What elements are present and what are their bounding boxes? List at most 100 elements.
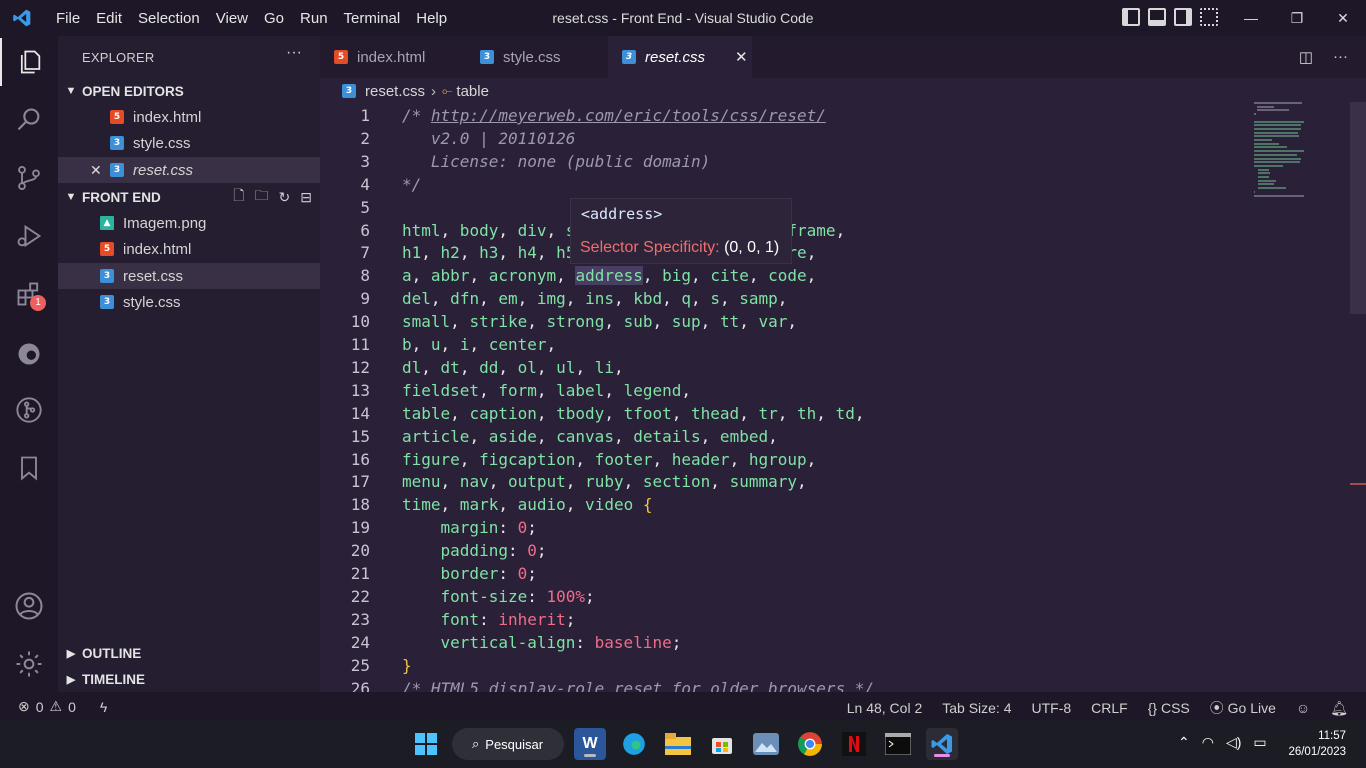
menu-help[interactable]: Help [408,10,455,27]
microsoft-store-app-icon[interactable] [706,728,738,760]
menu-view[interactable]: View [208,10,256,27]
toggle-primary-sidebar-icon[interactable] [1122,8,1140,26]
tab-style-css[interactable]: 3 style.css [466,36,608,78]
close-editor-icon[interactable]: ✕ [90,162,102,179]
vscode-app-icon[interactable] [926,728,958,760]
wifi-icon[interactable]: ◠ [1202,734,1214,751]
line-ending[interactable]: CRLF [1091,700,1128,716]
error-icon: ⊗ [18,698,30,714]
battery-icon[interactable]: ▭ [1253,734,1266,751]
breadcrumb-file[interactable]: reset.css [365,83,425,100]
status-left: ⊗ 0 ⚠ 0 ϟ [18,698,107,715]
windows-start-icon[interactable] [410,728,442,760]
new-file-icon[interactable]: 🗋 [233,185,244,209]
close-tab-icon[interactable]: ✕ [735,48,748,66]
folder-section[interactable]: ▼ FRONT END 🗋 🗀 ↻ ⊟ [58,184,320,210]
source-control-icon[interactable] [0,154,58,202]
css3-file-icon: 3 [110,136,124,150]
go-live-button[interactable]: ⦿ Go Live [1210,698,1276,718]
menu-run[interactable]: Run [292,10,336,27]
file-tree-item[interactable]: 5 index.html [58,236,320,262]
line-number: 20 [350,541,370,561]
git-graph-icon[interactable] [0,386,58,434]
tab-label: reset.css [645,48,706,66]
settings-gear-icon[interactable] [0,640,58,688]
code-text: del, dfn, em, img, ins, kbd, q, s, samp, [402,289,788,309]
taskbar-search[interactable]: ⌕ Pesquisar [452,728,564,760]
notifications-bell-icon[interactable]: 🔔︎ [1330,700,1348,717]
file-tree-item[interactable]: ▲ Imagem.png [58,210,320,236]
restore-icon[interactable]: ❐ [1274,0,1320,36]
scrollbar-thumb[interactable] [1350,102,1366,314]
line-number: 6 [360,220,370,240]
edge-devtools-icon[interactable] [0,330,58,378]
cursor-position[interactable]: Ln 48, Col 2 [847,700,923,716]
open-editor-label: reset.css [133,161,194,179]
status-right: Ln 48, Col 2 Tab Size: 4 UTF-8 CRLF {} C… [847,698,1348,718]
file-label: reset.css [123,267,184,285]
error-count[interactable]: 0 [36,699,44,715]
accounts-icon[interactable] [0,582,58,630]
more-actions-icon[interactable]: ··· [1333,48,1348,66]
timeline-section[interactable]: ▶ TIMELINE [58,666,320,692]
open-editors-section[interactable]: ▼ OPEN EDITORS [58,78,320,104]
running-indicator [934,754,950,757]
volume-icon[interactable]: ◁) [1226,734,1241,751]
open-editor-item[interactable]: 5 index.html [58,104,320,130]
minimap-line [1257,105,1274,108]
menu-go[interactable]: Go [256,10,292,27]
language-mode[interactable]: {} CSS [1148,700,1190,716]
menu-edit[interactable]: Edit [88,10,130,27]
split-editor-icon[interactable]: ◫ [1299,48,1313,66]
file-tree-item[interactable]: 3 style.css [58,289,320,315]
toggle-secondary-sidebar-icon[interactable] [1174,8,1192,26]
photos-app-icon[interactable] [750,728,782,760]
code-line: 14 table, caption, tbody, tfoot, thead, t… [320,402,1350,425]
chrome-app-icon[interactable] [794,728,826,760]
code-editor[interactable]: 1 /* http://meyerweb.com/eric/tools/css/r… [320,102,1350,692]
language-label: CSS [1160,700,1190,716]
open-editor-item[interactable]: 3 style.css [58,130,320,156]
taskbar-clock[interactable]: 11:57 26/01/2023 [1288,728,1346,760]
code-line: 23 font: inherit; [320,608,1350,631]
file-explorer-app-icon[interactable] [662,728,694,760]
minimap[interactable] [1254,102,1350,202]
menu-selection[interactable]: Selection [130,10,208,27]
run-debug-icon[interactable] [0,212,58,260]
code-line: 18 time, mark, audio, video { [320,493,1350,516]
chevron-up-icon[interactable]: ⌃ [1178,734,1190,751]
tab-size[interactable]: Tab Size: 4 [942,700,1011,716]
lightning-icon[interactable]: ϟ [100,699,107,715]
more-actions-icon[interactable]: ··· [286,44,302,62]
encoding[interactable]: UTF-8 [1032,700,1072,716]
file-tree-item-selected[interactable]: 3 reset.css [58,263,320,289]
outline-section[interactable]: ▶ OUTLINE [58,640,320,666]
new-folder-icon[interactable]: 🗀 [255,185,269,209]
warning-count[interactable]: 0 [68,699,76,715]
netflix-app-icon[interactable] [838,728,870,760]
breadcrumb-symbol[interactable]: table [456,83,489,100]
minimap-line [1258,172,1271,175]
collapse-all-icon[interactable]: ⊟ [300,189,312,206]
tab-index-html[interactable]: 5 index.html [320,36,466,78]
menu-file[interactable]: File [48,10,88,27]
search-icon[interactable] [0,96,58,144]
customize-layout-icon[interactable] [1200,8,1218,26]
word-app-icon[interactable]: W [574,728,606,760]
extensions-icon[interactable] [0,270,58,318]
timeline-title: TIMELINE [82,671,145,687]
minimize-icon[interactable]: — [1228,0,1274,36]
edge-app-icon[interactable] [618,728,650,760]
code-text: small, strike, strong, sub, sup, tt, var… [402,312,798,332]
feedback-icon[interactable]: ☺ [1296,700,1310,716]
menu-terminal[interactable]: Terminal [336,10,409,27]
explorer-icon[interactable] [0,38,58,86]
toggle-panel-icon[interactable] [1148,8,1166,26]
refresh-icon[interactable]: ↻ [279,189,291,206]
bookmarks-icon[interactable] [0,444,58,492]
explorer-sidebar: EXPLORER ··· ▼ OPEN EDITORS 5 index.html… [58,36,320,692]
tab-reset-css[interactable]: 3 reset.css ✕ [608,36,752,78]
close-window-icon[interactable]: ✕ [1320,0,1366,36]
terminal-app-icon[interactable] [882,728,914,760]
open-editor-item-active[interactable]: ✕ 3 reset.css [58,157,320,183]
